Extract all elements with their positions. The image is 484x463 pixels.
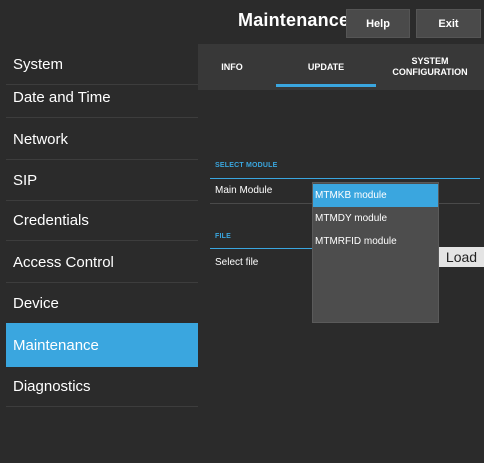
tab-info[interactable]: INFO — [206, 44, 258, 90]
select-file-label[interactable]: Select file — [215, 257, 258, 268]
main-module-label: Main Module — [215, 185, 273, 196]
sidebar-item-label: SIP — [13, 171, 38, 189]
sidebar-item-label: Diagnostics — [13, 377, 91, 395]
sidebar-item-label: System — [13, 55, 64, 73]
sidebar-item-access-control[interactable]: Access Control — [6, 242, 198, 283]
header-bar: Maintenance Help Exit — [0, 0, 484, 44]
dropdown-option-mtmkb[interactable]: MTMKB module — [313, 184, 438, 207]
sidebar-item-label: Access Control — [13, 253, 114, 271]
exit-button[interactable]: Exit — [416, 9, 481, 38]
sidebar-item-device[interactable]: Device — [6, 283, 198, 324]
page-title: Maintenance — [238, 10, 350, 30]
dropdown-option-mtmdy[interactable]: MTMDY module — [313, 207, 438, 230]
tab-system-configuration[interactable]: SYSTEM CONFIGURATION — [376, 44, 484, 90]
sidebar-item-credentials[interactable]: Credentials — [6, 200, 198, 241]
sidebar-item-label: Device — [13, 294, 59, 312]
select-module-divider — [210, 178, 480, 179]
sidebar-item-maintenance[interactable]: Maintenance — [6, 323, 198, 367]
sidebar-item-date-and-time[interactable]: Date and Time — [6, 77, 198, 118]
module-dropdown-list[interactable]: MTMKB module MTMDY module MTMRFID module — [312, 182, 439, 323]
sidebar-item-label: Credentials — [13, 211, 89, 229]
load-button[interactable]: Load — [439, 247, 484, 267]
sidebar-item-sip[interactable]: SIP — [6, 160, 198, 201]
file-section-label: FILE — [215, 233, 231, 240]
sidebar-item-label: Maintenance — [13, 336, 99, 354]
sidebar-item-diagnostics[interactable]: Diagnostics — [6, 366, 198, 407]
tab-bar: INFO UPDATE SYSTEM CONFIGURATION — [198, 44, 484, 90]
help-button[interactable]: Help — [346, 9, 410, 38]
app-root: Maintenance Help Exit System Date and Ti… — [0, 0, 484, 463]
select-module-section-label: SELECT MODULE — [215, 162, 278, 169]
sidebar-item-label: Date and Time — [13, 88, 111, 106]
active-tab-indicator — [276, 84, 376, 87]
sidebar-item-network[interactable]: Network — [6, 119, 198, 160]
dropdown-option-mtmrfid[interactable]: MTMRFID module — [313, 230, 438, 253]
sidebar-item-label: Network — [13, 130, 69, 148]
sidebar: System Date and Time Network SIP Credent… — [0, 44, 198, 463]
